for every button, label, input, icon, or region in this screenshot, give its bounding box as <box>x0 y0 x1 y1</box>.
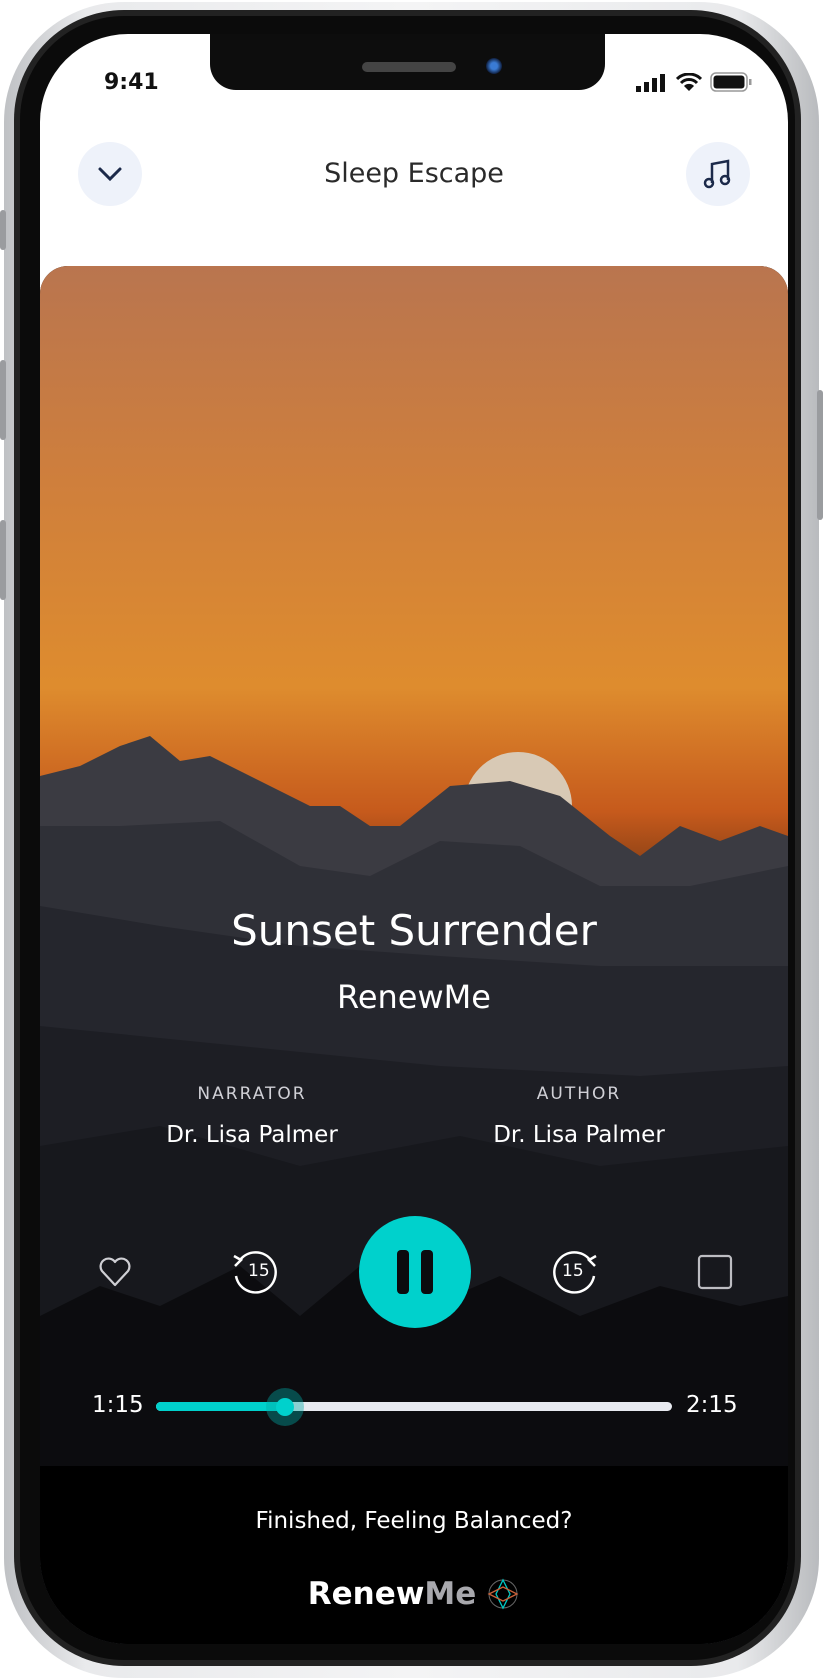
status-icons <box>636 72 752 92</box>
track-title: Sunset Surrender <box>231 906 597 955</box>
forward-label: 15 <box>562 1261 584 1281</box>
author-credit: AUTHOR Dr. Lisa Palmer <box>429 1084 729 1148</box>
square-button[interactable] <box>695 1252 735 1292</box>
music-button[interactable] <box>686 142 750 206</box>
elapsed-time: 1:15 <box>92 1392 144 1418</box>
music-note-icon <box>703 159 731 189</box>
narrator-credit: NARRATOR Dr. Lisa Palmer <box>102 1084 402 1148</box>
finish-prompt-link[interactable]: Finished, Feeling Balanced? <box>40 1508 788 1534</box>
signal-icon <box>636 74 665 92</box>
rewind-label: 15 <box>248 1261 270 1281</box>
volume-up-button <box>0 360 6 440</box>
rewind-15-button[interactable]: 15 <box>228 1246 282 1300</box>
sunset-artwork <box>40 266 788 1644</box>
battery-icon <box>710 72 752 92</box>
square-icon <box>697 1254 733 1290</box>
volume-down-button <box>0 520 6 600</box>
narrator-label: NARRATOR <box>197 1084 307 1104</box>
progress-knob[interactable] <box>266 1388 304 1426</box>
pause-icon <box>397 1250 433 1294</box>
heart-icon <box>99 1257 131 1287</box>
pause-button[interactable] <box>359 1216 471 1328</box>
progress-slider[interactable] <box>156 1388 672 1426</box>
favorite-button[interactable] <box>95 1252 135 1292</box>
forward-15-button[interactable]: 15 <box>548 1246 602 1300</box>
speaker <box>362 62 456 72</box>
author-name: Dr. Lisa Palmer <box>493 1122 665 1148</box>
total-time: 2:15 <box>686 1392 738 1418</box>
power-button <box>817 390 823 520</box>
header: Sleep Escape <box>40 142 788 208</box>
wifi-icon <box>676 73 702 91</box>
logo-text-primary: Renew <box>307 1576 425 1612</box>
mute-switch <box>0 210 6 250</box>
mandala-logo-icon <box>487 1578 519 1610</box>
page-title: Sleep Escape <box>324 158 504 189</box>
track-brand: RenewMe <box>337 978 491 1016</box>
logo-text-secondary: Me <box>424 1576 477 1612</box>
notch <box>210 34 605 90</box>
author-label: AUTHOR <box>536 1084 622 1104</box>
camera <box>486 58 502 74</box>
narrator-name: Dr. Lisa Palmer <box>166 1122 338 1148</box>
player-card: Sunset Surrender RenewMe NARRATOR Dr. Li… <box>40 266 788 1644</box>
footer-logo: RenewMe <box>40 1576 788 1612</box>
screen: 9:41 Sleep Escape Sunset Surrender Renew… <box>40 34 788 1644</box>
status-time: 9:41 <box>104 70 159 95</box>
